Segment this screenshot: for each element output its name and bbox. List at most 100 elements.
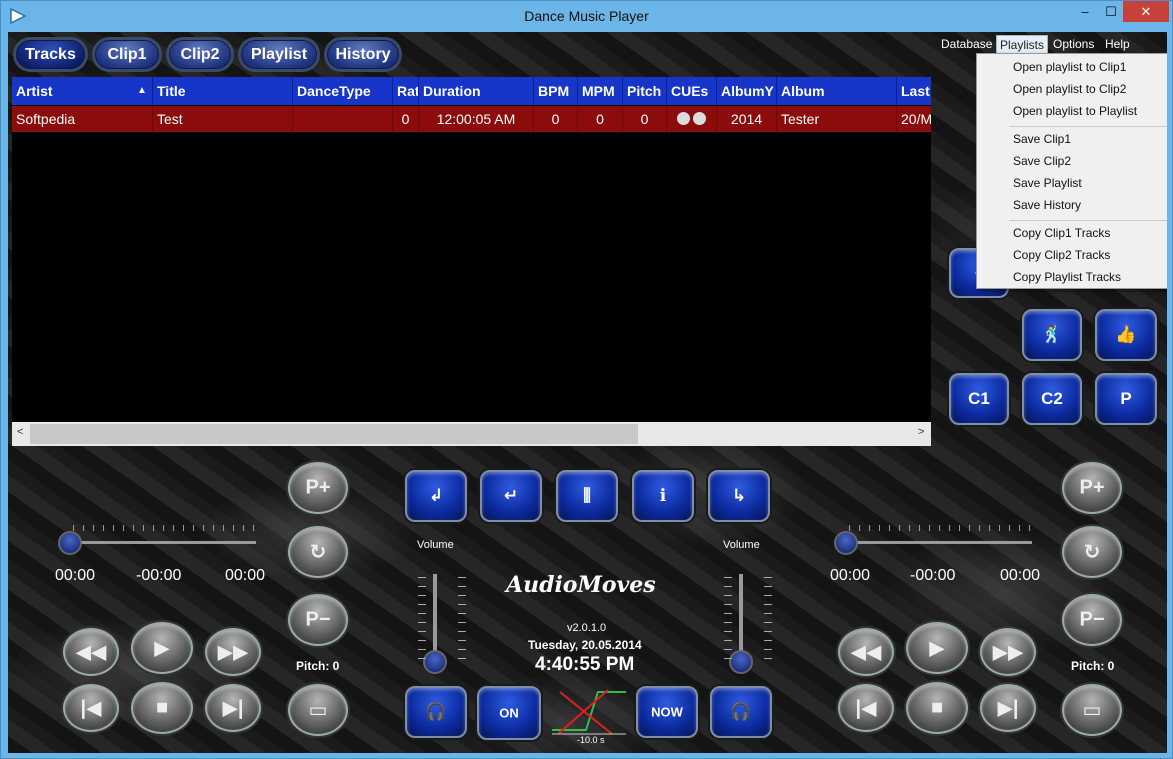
left-position-tick <box>243 525 244 531</box>
left-screen-button[interactable]: ▭ <box>288 684 348 736</box>
vol-left-scale-tick <box>458 658 466 659</box>
vol-right-scale-tick <box>764 631 772 632</box>
column-albumyear[interactable]: AlbumY <box>717 77 777 105</box>
clip1-list-button[interactable]: C1 <box>949 373 1009 425</box>
close-button[interactable]: ✕ <box>1123 1 1169 22</box>
tab-tracks[interactable]: Tracks <box>13 37 88 72</box>
scrollbar-thumb[interactable] <box>30 424 638 444</box>
left-play-button[interactable]: ▶ <box>131 622 193 674</box>
cell-duration: 12:00:05 AM <box>419 106 534 132</box>
menu-item-copy-playlist[interactable]: Copy Playlist Tracks <box>1013 270 1121 284</box>
column-rating[interactable]: Rat <box>393 77 419 105</box>
left-pitch-label: Pitch: 0 <box>296 659 340 673</box>
volume-left-thumb[interactable] <box>423 650 447 674</box>
menu-database[interactable]: Database <box>938 35 995 53</box>
clip2-list-button[interactable]: C2 <box>1022 373 1082 425</box>
left-next-button[interactable]: ▶| <box>205 684 261 732</box>
headphones-right-button[interactable]: 🎧 <box>710 686 772 738</box>
right-position-tick <box>999 525 1000 531</box>
column-cues[interactable]: CUEs <box>667 77 717 105</box>
sort-asc-icon: ▲ <box>137 85 147 96</box>
menu-item-open-clip1[interactable]: Open playlist to Clip1 <box>1013 60 1126 74</box>
vol-right-scale-tick <box>724 613 732 614</box>
headphones-left-button[interactable]: 🎧 <box>405 686 467 738</box>
dancer-button[interactable]: 🕺 <box>1022 309 1082 361</box>
tracks-table[interactable]: Artist ▲ Title DanceType Rat Duration BPM… <box>12 77 931 423</box>
left-previous-button[interactable]: |◀ <box>63 684 119 732</box>
right-fast-forward-button[interactable]: ▶▶ <box>980 628 1036 676</box>
right-pitch-down-button[interactable]: P− <box>1062 594 1122 646</box>
headphones-icon: 🎧 <box>730 702 752 721</box>
thumbs-up-button[interactable]: 👍 <box>1095 309 1157 361</box>
column-last[interactable]: Last <box>897 77 931 105</box>
right-screen-button[interactable]: ▭ <box>1062 684 1122 736</box>
left-position-tick <box>123 525 124 531</box>
horizontal-scrollbar[interactable]: < > <box>12 422 931 446</box>
tab-history[interactable]: History <box>324 37 402 72</box>
column-dancetype[interactable]: DanceType <box>293 77 393 105</box>
left-reset-button[interactable]: ↻ <box>288 526 348 578</box>
left-pitch-up-button[interactable]: P+ <box>288 462 348 514</box>
right-position-tick <box>989 525 990 531</box>
menu-item-open-playlist[interactable]: Open playlist to Playlist <box>1013 104 1137 118</box>
cell-artist: Softpedia <box>12 106 153 132</box>
right-previous-button[interactable]: |◀ <box>838 684 894 732</box>
column-pitch[interactable]: Pitch <box>623 77 667 105</box>
left-position-slider-thumb[interactable] <box>58 531 82 555</box>
center-button-info[interactable]: ℹ <box>632 470 694 522</box>
right-pitch-up-button[interactable]: P+ <box>1062 462 1122 514</box>
menu-help[interactable]: Help <box>1102 35 1133 53</box>
center-button-return[interactable]: ↵ <box>480 470 542 522</box>
menu-item-save-clip2[interactable]: Save Clip2 <box>1013 154 1071 168</box>
maximize-button[interactable]: ☐ <box>1097 1 1125 22</box>
center-button-back[interactable]: ↲ <box>405 470 467 522</box>
menu-item-save-playlist[interactable]: Save Playlist <box>1013 176 1082 190</box>
left-position-tick <box>183 525 184 531</box>
mixer-button[interactable]: ⫼ <box>556 470 618 522</box>
menu-item-open-clip2[interactable]: Open playlist to Clip2 <box>1013 82 1126 96</box>
menu-item-save-clip1[interactable]: Save Clip1 <box>1013 132 1071 146</box>
center-button-forward[interactable]: ↳ <box>708 470 770 522</box>
column-duration[interactable]: Duration <box>419 77 534 105</box>
menu-item-save-history[interactable]: Save History <box>1013 198 1081 212</box>
menu-separator <box>1009 220 1167 221</box>
column-bpm[interactable]: BPM <box>534 77 578 105</box>
menu-item-copy-clip2[interactable]: Copy Clip2 Tracks <box>1013 248 1110 262</box>
thumbs-up-icon: 👍 <box>1115 325 1137 344</box>
left-stop-button[interactable]: ■ <box>131 682 193 734</box>
left-position-tick <box>133 525 134 531</box>
menu-options[interactable]: Options <box>1050 35 1097 53</box>
column-mpm[interactable]: MPM <box>578 77 623 105</box>
right-play-button[interactable]: ▶ <box>906 622 968 674</box>
vol-right-scale-tick <box>764 622 772 623</box>
scroll-right-icon[interactable]: > <box>918 426 924 438</box>
table-header: Artist ▲ Title DanceType Rat Duration BPM… <box>12 77 931 105</box>
column-artist[interactable]: Artist ▲ <box>12 77 153 105</box>
column-album[interactable]: Album <box>777 77 897 105</box>
right-stop-button[interactable]: ■ <box>906 682 968 734</box>
volume-right-thumb[interactable] <box>729 650 753 674</box>
left-rewind-button[interactable]: ◀◀ <box>63 628 119 676</box>
play-now-button[interactable]: NOW <box>636 686 698 738</box>
left-pitch-down-button[interactable]: P− <box>288 594 348 646</box>
right-rewind-button[interactable]: ◀◀ <box>838 628 894 676</box>
column-title[interactable]: Title <box>153 77 293 105</box>
reload-icon: ↻ <box>309 541 327 564</box>
fast-forward-icon: ▶▶ <box>992 641 1024 664</box>
tab-playlist[interactable]: Playlist <box>238 37 320 72</box>
table-row[interactable]: Softpedia Test 0 12:00:05 AM 0 0 0 2014 … <box>12 106 931 132</box>
right-next-button[interactable]: ▶| <box>980 684 1036 732</box>
version-label: v2.0.1.0 <box>567 622 607 634</box>
left-fast-forward-button[interactable]: ▶▶ <box>205 628 261 676</box>
playlist-list-button[interactable]: P <box>1095 373 1157 425</box>
menu-playlists[interactable]: Playlists <box>996 35 1049 55</box>
tab-clip1[interactable]: Clip1 <box>92 37 162 72</box>
right-position-slider-thumb[interactable] <box>834 531 858 555</box>
tab-clip2[interactable]: Clip2 <box>166 37 234 72</box>
automix-on-button[interactable]: ON <box>477 686 541 740</box>
scroll-left-icon[interactable]: < <box>17 426 23 438</box>
right-reset-button[interactable]: ↻ <box>1062 526 1122 578</box>
minimize-button[interactable]: – <box>1071 1 1099 22</box>
window-icon: ▭ <box>308 699 328 722</box>
menu-item-copy-clip1[interactable]: Copy Clip1 Tracks <box>1013 226 1110 240</box>
